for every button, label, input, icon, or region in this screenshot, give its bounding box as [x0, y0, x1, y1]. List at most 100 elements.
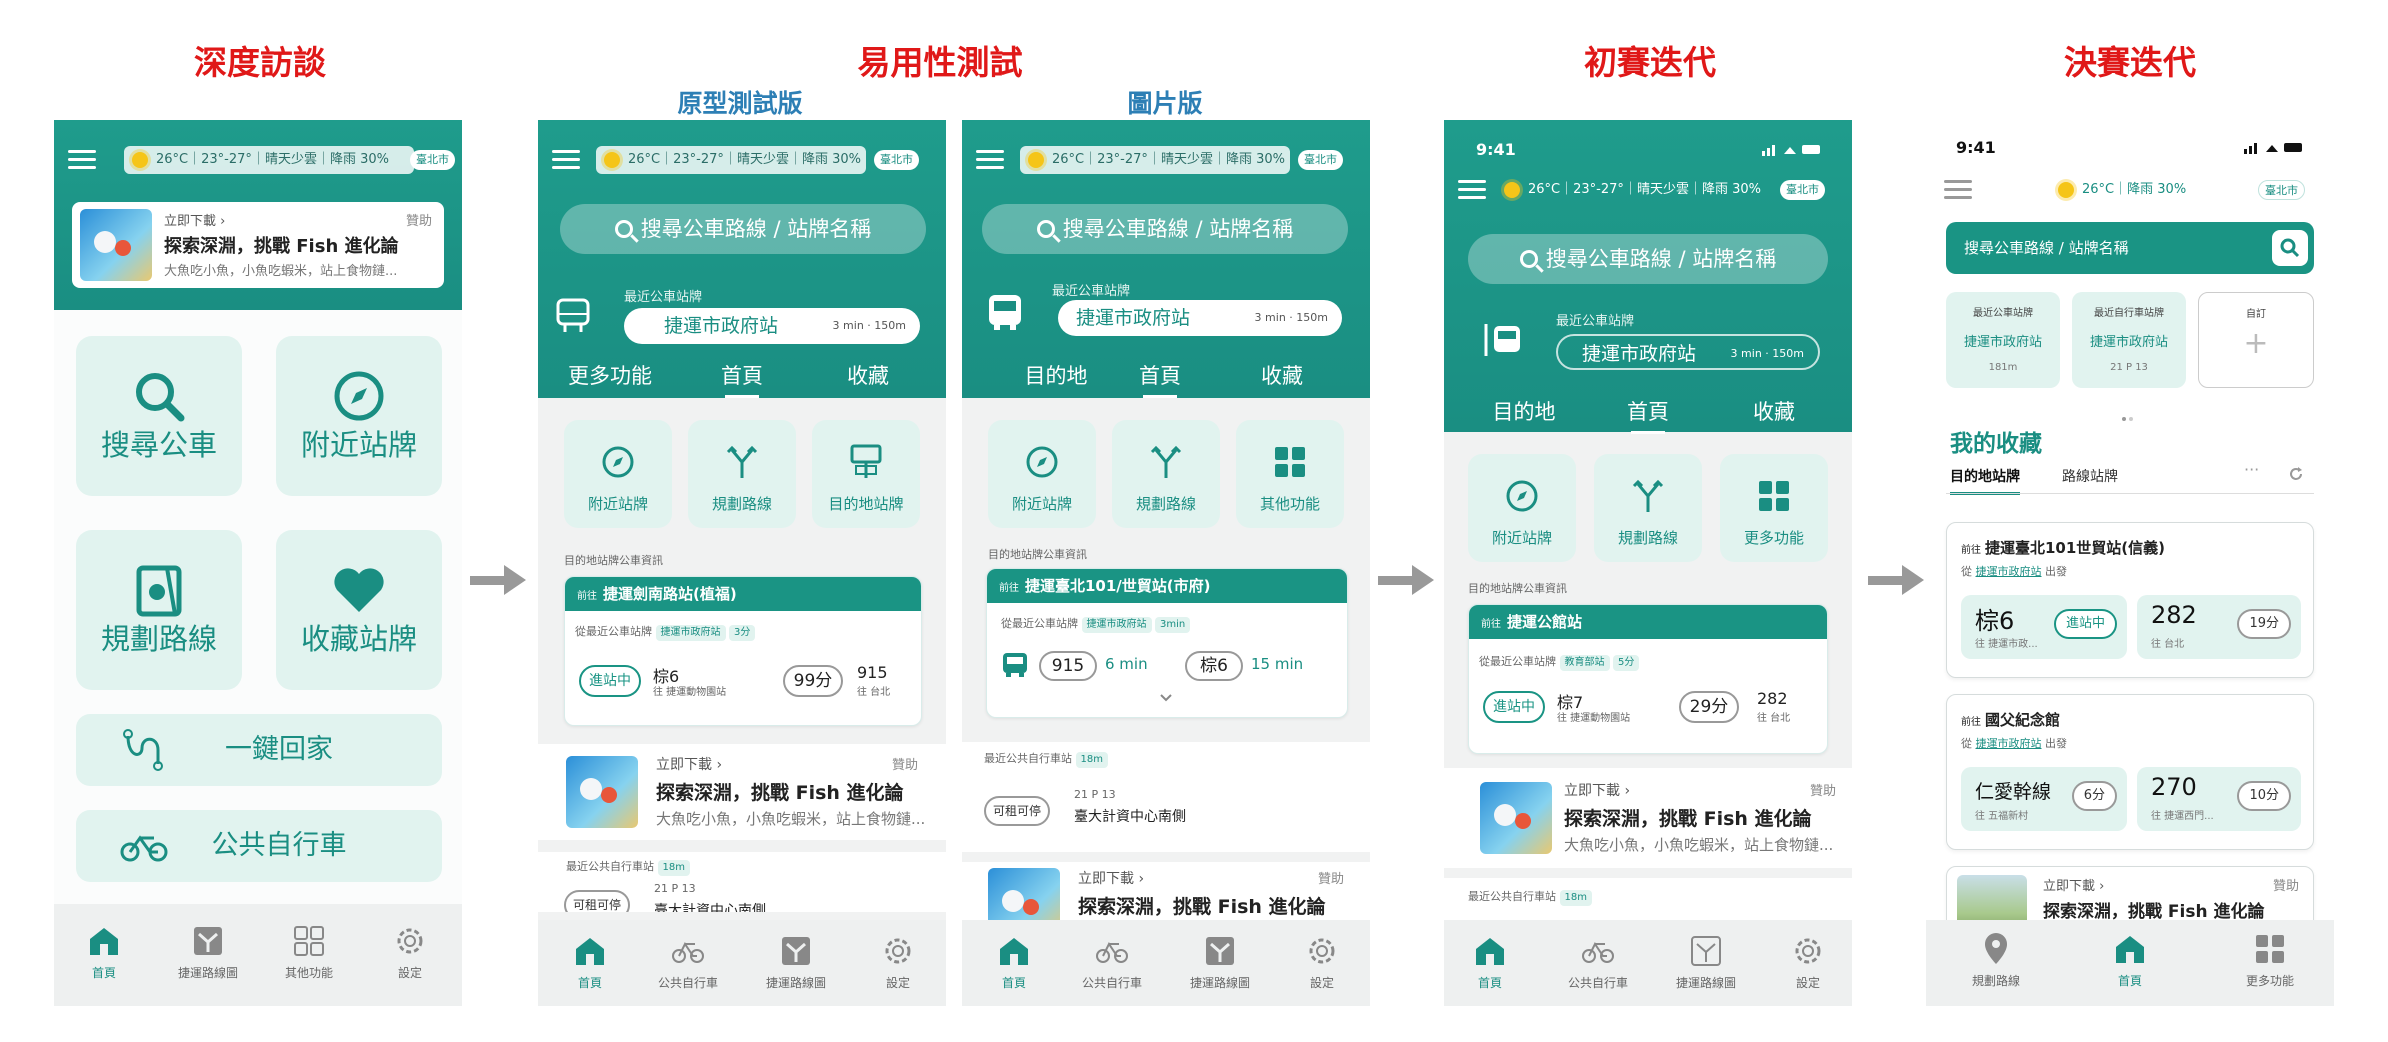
- nav-mrt-map[interactable]: 捷運路線圖: [166, 924, 250, 981]
- city-badge[interactable]: 臺北市: [2258, 180, 2305, 200]
- nav-settings[interactable]: 設定: [1292, 934, 1352, 991]
- fav1-route-1[interactable]: 棕6 往 捷運市政... 進站中: [1961, 595, 2127, 659]
- more-features-button[interactable]: 更多功能: [1720, 454, 1828, 562]
- quick-card-bike[interactable]: 最近自行車站牌 捷運市政府站 21 P 13: [2072, 292, 2186, 388]
- nearest-stop-pill[interactable]: 捷運市政府站 3 min · 150m: [624, 308, 920, 344]
- fav2-route-2[interactable]: 270 往 捷運西門... 10分: [2137, 767, 2301, 831]
- game-logo: [566, 756, 638, 828]
- tab-dest[interactable]: 目的地: [1016, 360, 1096, 390]
- menu-icon[interactable]: [1944, 180, 1972, 200]
- city-badge[interactable]: 臺北市: [1298, 150, 1343, 170]
- ad-banner[interactable]: 立即下載 › 贊助 探索深淵，挑戰 Fish 進化論: [962, 862, 1370, 922]
- chevron-down-icon[interactable]: [1159, 693, 1173, 703]
- city-badge[interactable]: 臺北市: [410, 150, 455, 170]
- ad-banner[interactable]: 立即下載 › 贊助 探索深淵，挑戰 Fish 進化論 大魚吃小魚，小魚吃蝦米，站…: [72, 202, 444, 288]
- nav-more[interactable]: 更多功能: [2230, 932, 2310, 989]
- nearest-stop-pill[interactable]: 捷運市政府站 3 min · 150m: [1556, 334, 1820, 370]
- plan-route-button[interactable]: 規劃路線: [688, 420, 796, 528]
- dest-card[interactable]: 前往 捷運劍南路站(植福) 從最近公車站牌 捷運市政府站 3分 進站中 棕6 往 …: [564, 576, 922, 726]
- fav-tab-dest[interactable]: 目的地站牌: [1950, 466, 2020, 495]
- fav2-route-1[interactable]: 仁愛幹線往 五福新村 6分: [1961, 767, 2127, 831]
- fav-card-1[interactable]: 前往 捷運臺北101世貿站(信義) 從 捷運市政府站 出發 棕6 往 捷運市政...…: [1946, 522, 2314, 678]
- search-icon: [136, 373, 185, 422]
- nav-bike[interactable]: 公共自行車: [1072, 934, 1152, 991]
- search-input[interactable]: 搜尋公車路線 / 站牌名稱: [1946, 222, 2314, 274]
- menu-icon[interactable]: [976, 150, 1004, 170]
- game-logo: [80, 209, 152, 281]
- status-time: 9:41: [1956, 138, 1996, 157]
- bike-section[interactable]: 最近公共自行車站 18m 可租可停 21 P 13 臺大計資中心南側: [538, 852, 946, 912]
- other-features-button[interactable]: 其他功能: [1236, 420, 1344, 528]
- nearby-stops-button[interactable]: 附近站牌: [988, 420, 1096, 528]
- search-input[interactable]: 搜尋公車路線 / 站牌名稱: [1468, 234, 1828, 284]
- dest-card[interactable]: 前往 捷運臺北101/世貿站(市府) 從最近公車站牌 捷運市政府站 3min 91…: [986, 568, 1348, 718]
- menu-icon[interactable]: [68, 150, 96, 170]
- tab-home[interactable]: 首頁: [1132, 360, 1188, 398]
- nav-bike[interactable]: 公共自行車: [1558, 934, 1638, 991]
- menu-icon[interactable]: [1458, 180, 1486, 200]
- bottom-nav: 規劃路線 首頁 更多功能: [1926, 920, 2334, 1006]
- menu-icon[interactable]: [552, 150, 580, 170]
- tab-home[interactable]: 首頁: [714, 360, 770, 398]
- city-badge[interactable]: 臺北市: [1780, 180, 1825, 200]
- nav-settings[interactable]: 設定: [380, 924, 440, 981]
- nav-mrt-map[interactable]: 捷運路線圖: [1664, 934, 1748, 991]
- nav-home[interactable]: 首頁: [2100, 932, 2160, 989]
- tab-more[interactable]: 更多功能: [560, 360, 660, 390]
- plan-route-button[interactable]: 規劃路線: [1112, 420, 1220, 528]
- tab-fav[interactable]: 收藏: [838, 360, 898, 390]
- nearest-stop-pill[interactable]: 捷運市政府站 3 min · 150m: [1058, 300, 1342, 336]
- bike-section[interactable]: 最近公共自行車站 18m 可租可停 21 P 13 臺大計資中心南側: [962, 742, 1370, 852]
- nearby-stops-button[interactable]: 附近站牌: [1468, 454, 1576, 562]
- fav-stops-button[interactable]: 收藏站牌: [276, 530, 442, 690]
- dest-card[interactable]: 前往 捷運公館站 從最近公車站牌 教育部站 5分 進站中 棕7 往 捷運動物園站 …: [1468, 604, 1828, 754]
- heart-icon: [334, 568, 384, 612]
- search-bus-button[interactable]: 搜尋公車: [76, 336, 242, 496]
- fav1-route-2[interactable]: 282 往 台北 19分: [2137, 595, 2301, 659]
- bike-section[interactable]: 最近公共自行車站 18m: [1444, 878, 1852, 920]
- nav-home[interactable]: 首頁: [1460, 934, 1520, 991]
- plan-route-button[interactable]: 規劃路線: [1594, 454, 1702, 562]
- tab-dest[interactable]: 目的地: [1484, 396, 1564, 426]
- search-input[interactable]: 搜尋公車路線 / 站牌名稱: [560, 204, 926, 254]
- nav-settings[interactable]: 設定: [868, 934, 928, 991]
- more-icon[interactable]: ···: [2244, 460, 2259, 479]
- nearby-stops-button[interactable]: 附近站牌: [564, 420, 672, 528]
- nav-plan-route[interactable]: 規劃路線: [1956, 932, 2036, 989]
- nav-settings[interactable]: 設定: [1778, 934, 1838, 991]
- nav-home[interactable]: 首頁: [984, 934, 1044, 991]
- search-icon: [1519, 250, 1538, 268]
- ad-banner[interactable]: 立即下載 › 贊助 探索深淵，挑戰 Fish 進化論 大魚吃小魚，小魚吃蝦米，站…: [538, 744, 946, 840]
- fav-card-2[interactable]: 前往 國父紀念館 從 捷運市政府站 出發 仁愛幹線往 五福新村 6分 270 往 捷運…: [1946, 694, 2314, 850]
- grid-icon: [294, 926, 324, 956]
- search-icon: [614, 220, 633, 238]
- city-badge[interactable]: 臺北市: [874, 150, 919, 170]
- plan-route-button[interactable]: 規劃路線: [76, 530, 242, 690]
- tab-fav[interactable]: 收藏: [1744, 396, 1804, 426]
- nav-home[interactable]: 首頁: [74, 924, 134, 981]
- quick-card-bus[interactable]: 最近公車站牌 捷運市政府站 181m: [1946, 292, 2060, 388]
- public-bike-button[interactable]: 公共自行車: [76, 810, 442, 882]
- nav-home[interactable]: 首頁: [560, 934, 620, 991]
- tab-fav[interactable]: 收藏: [1252, 360, 1312, 390]
- fav-tab-route[interactable]: 路線站牌: [2062, 466, 2118, 486]
- ad-download-link[interactable]: 立即下載 ›: [164, 210, 225, 229]
- nav-bike[interactable]: 公共自行車: [648, 934, 728, 991]
- nav-mrt-map[interactable]: 捷運路線圖: [754, 934, 838, 991]
- go-home-button[interactable]: 一鍵回家: [76, 714, 442, 786]
- bike-status: 可租可停: [564, 890, 630, 912]
- weather-rain: 降雨 30%: [329, 152, 389, 167]
- carousel-dots: [2122, 406, 2136, 421]
- tab-home[interactable]: 首頁: [1620, 396, 1676, 434]
- refresh-icon[interactable]: [2288, 466, 2304, 482]
- search-button[interactable]: [2272, 230, 2308, 266]
- add-icon[interactable]: +: [2199, 326, 2313, 361]
- nearby-stops-label: 附近站牌: [300, 428, 417, 462]
- quick-card-custom[interactable]: 自訂 +: [2198, 292, 2314, 388]
- nav-mrt-map[interactable]: 捷運路線圖: [1178, 934, 1262, 991]
- nav-other[interactable]: 其他功能: [274, 924, 344, 981]
- dest-stop-button[interactable]: 目的地站牌: [812, 420, 920, 528]
- nearby-stops-button[interactable]: 附近站牌: [276, 336, 442, 496]
- search-input[interactable]: 搜尋公車路線 / 站牌名稱: [982, 204, 1348, 254]
- ad-banner[interactable]: 立即下載 › 贊助 探索深淵，挑戰 Fish 進化論 大魚吃小魚，小魚吃蝦米，站…: [1444, 768, 1852, 868]
